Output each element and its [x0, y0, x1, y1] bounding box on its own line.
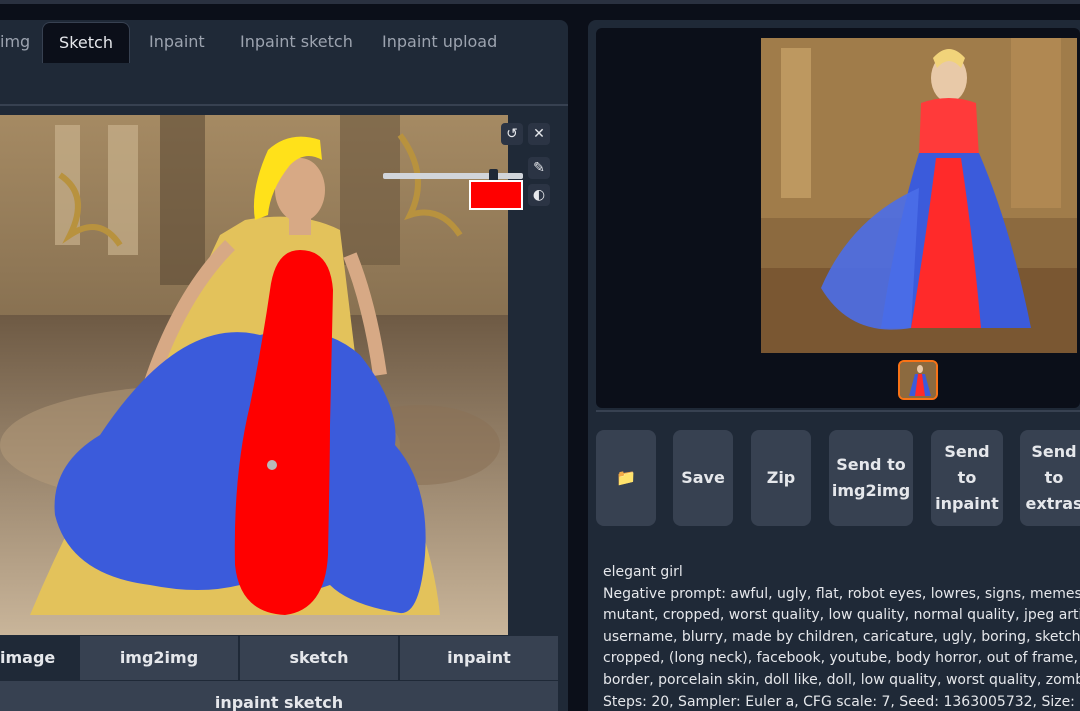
tab-sketch[interactable]: Sketch [42, 22, 130, 63]
gallery-divider [596, 410, 1080, 412]
generated-image[interactable] [761, 38, 1077, 353]
brush-color-swatch[interactable] [469, 180, 523, 210]
prompt-text: elegant girl [603, 564, 683, 580]
output-panel: 📁 Save Zip Send to img2img Send to inpai… [588, 20, 1080, 711]
palette-icon[interactable]: ◐ [528, 184, 550, 206]
tab-img2img[interactable]: img [0, 22, 30, 62]
output-gallery [596, 28, 1080, 408]
close-icon[interactable]: ✕ [528, 123, 550, 145]
copy-image-to-row: image to: img2img sketch inpaint inpaint… [0, 636, 558, 711]
negative-prompt-line: Negative prompt: awful, ugly, flat, robo… [603, 585, 1080, 602]
tab-inpaint[interactable]: Inpaint [149, 22, 205, 62]
gallery-thumbnail[interactable] [898, 360, 938, 400]
brush-icon[interactable]: ✎ [528, 157, 550, 179]
negative-prompt-line: username, blurry, made by children, cari… [603, 628, 1080, 645]
input-panel: img Sketch Inpaint Inpaint sketch Inpain… [0, 20, 568, 711]
copy-to-sketch-button[interactable]: sketch [240, 636, 398, 680]
zip-button[interactable]: Zip [751, 430, 811, 526]
folder-icon: 📁 [616, 468, 636, 487]
negative-prompt-line: border, porcelain skin, doll like, doll,… [603, 671, 1080, 688]
sketch-canvas[interactable] [0, 115, 508, 635]
mode-tabs: img Sketch Inpaint Inpaint sketch Inpain… [0, 20, 568, 65]
generation-params: Steps: 20, Sampler: Euler a, CFG scale: … [603, 693, 1080, 710]
negative-prompt-line: mutant, cropped, worst quality, low qual… [603, 607, 1080, 624]
copy-image-to-label: image to: [0, 636, 80, 711]
tab-inpaint-sketch[interactable]: Inpaint sketch [240, 22, 353, 62]
negative-prompt-line: cropped, (long neck), facebook, youtube,… [603, 650, 1080, 667]
top-bar [0, 0, 1080, 4]
brush-size-slider[interactable] [383, 173, 523, 179]
generation-info: elegant girl Negative prompt: awful, ugl… [603, 562, 1080, 711]
save-button[interactable]: Save [673, 430, 733, 526]
open-folder-button[interactable]: 📁 [596, 430, 656, 526]
copy-to-img2img-button[interactable]: img2img [80, 636, 238, 680]
undo-icon[interactable]: ↺ [501, 123, 523, 145]
send-to-img2img-button[interactable]: Send to img2img [829, 430, 913, 526]
send-to-inpaint-button[interactable]: Send to inpaint [931, 430, 1003, 526]
copy-to-inpaint-sketch-button[interactable]: inpaint sketch [0, 681, 558, 711]
send-to-extras-button[interactable]: Send to extras [1020, 430, 1080, 526]
tab-divider [0, 104, 568, 106]
tab-inpaint-upload[interactable]: Inpaint upload [382, 22, 497, 62]
copy-to-inpaint-button[interactable]: inpaint [400, 636, 558, 680]
